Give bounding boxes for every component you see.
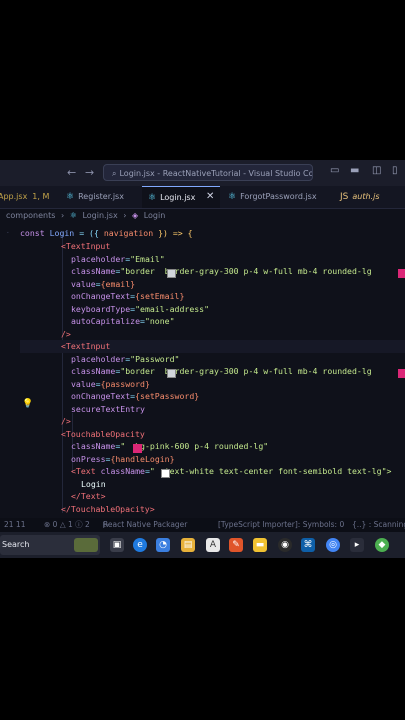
code-line: /> <box>61 416 71 426</box>
windows-taskbar: Search ▣ e ◔ ▤ A ✎ ▬ ◉ ⌘ ◎ ▸ ◆ <box>0 532 405 558</box>
arrow-right-icon[interactable]: → <box>85 166 94 179</box>
color-swatch-gray[interactable] <box>167 269 176 278</box>
postman-icon[interactable]: ✎ <box>229 538 243 552</box>
git-icon[interactable]: ◉ <box>278 538 292 552</box>
app-icon[interactable]: ◆ <box>375 538 389 552</box>
code-line: keyboardType="email-address" <box>71 304 210 314</box>
code-line: onPress={handleLogin} <box>71 454 175 464</box>
code-line: autoCapitalize="none" <box>71 316 175 326</box>
tab-label: auth.js <box>352 192 380 201</box>
tab-forgot-password[interactable]: ⚛ ForgotPassword.jsx <box>224 186 336 208</box>
breadcrumb-folder[interactable]: components <box>6 211 55 220</box>
command-center[interactable]: ⌕ Login.jsx - ReactNativeTutorial - Visua… <box>103 164 313 181</box>
color-swatch-pink[interactable] <box>398 269 405 278</box>
chevron-right-icon: › <box>60 211 65 220</box>
code-line: secureTextEntry <box>71 404 145 414</box>
tab-auth[interactable]: JS auth.js <box>338 186 405 208</box>
code-line: Login <box>81 479 106 489</box>
tab-label: Register.jsx <box>78 192 124 201</box>
status-scanning: {..} : Scanning... <box>352 520 405 529</box>
code-line-current: <TextInput <box>20 340 405 353</box>
code-line: className="border border-gray-300 p-4 w-… <box>71 366 372 376</box>
vscode-window: ← → ⌕ Login.jsx - ReactNativeTutorial - V… <box>0 160 405 558</box>
text-editor-icon[interactable]: A <box>206 538 220 552</box>
code-line: value={email} <box>71 279 136 289</box>
search-icon: ⌕ <box>112 169 117 178</box>
status-problems[interactable]: ⊗ 0 △ 1 ⓘ 2 <box>44 518 90 532</box>
tab-modifier: 1, M <box>32 192 50 201</box>
breadcrumb: components › ⚛ Login.jsx › ◈ Login <box>0 209 168 223</box>
color-swatch-white[interactable] <box>161 469 170 478</box>
code-line: <Text className=" text-white text-center… <box>71 466 392 476</box>
code-line: /> <box>61 329 71 339</box>
sidebar-icon[interactable]: ▯ <box>392 165 398 176</box>
code-line: placeholder="Password" <box>71 354 180 364</box>
chevron-right-icon: › <box>123 211 127 220</box>
chrome-icon[interactable]: ◎ <box>326 538 340 552</box>
editor-tabs: App.jsx 1, M ⚛ Register.jsx ⚛ Login.jsx ✕ ⚛… <box>0 186 405 209</box>
lightbulb-icon[interactable]: 💡 <box>22 399 33 409</box>
code-line: className="border border-gray-300 p-4 w-… <box>71 266 372 276</box>
react-icon: ⚛ <box>148 193 157 203</box>
split-icon[interactable]: ◫ <box>372 165 381 176</box>
code-line: <TextInput <box>61 241 111 251</box>
arrow-left-icon[interactable]: ← <box>67 166 76 179</box>
folder-icon[interactable]: ▬ <box>253 538 267 552</box>
status-bar: 21 11 ⊗ 0 △ 1 ⓘ 2 ▷ React Native Package… <box>0 518 405 532</box>
color-swatch-gray[interactable] <box>167 369 176 378</box>
tab-label: App.jsx <box>0 192 28 201</box>
color-swatch-pink[interactable] <box>398 369 405 378</box>
status-importer[interactable]: [TypeScript Importer]: Symbols: 0 <box>218 518 344 532</box>
code-line: </Text> <box>71 491 106 501</box>
tab-label: ForgotPassword.jsx <box>240 192 317 201</box>
tab-label: Login.jsx <box>160 193 196 202</box>
react-icon: ⚛ <box>66 192 75 202</box>
code-line: placeholder="Email" <box>71 254 165 264</box>
color-swatch-pink[interactable] <box>133 444 142 453</box>
code-line: const Login = ({ navigation }) => { <box>20 228 193 238</box>
panel-icon[interactable]: ▬ <box>350 165 359 176</box>
tab-app[interactable]: App.jsx 1, M <box>0 186 56 208</box>
react-icon: ⚛ <box>69 211 77 220</box>
copilot-icon[interactable]: ◔ <box>156 538 170 552</box>
status-branch[interactable]: 21 11 <box>4 518 25 532</box>
edge-icon[interactable]: e <box>133 538 147 552</box>
code-line: onChangeText={setPassword} <box>71 391 200 401</box>
code-editor[interactable]: · const Login = ({ navigation }) => { <T… <box>0 223 405 515</box>
js-icon: JS <box>340 192 349 202</box>
file-explorer-icon[interactable]: ▤ <box>181 538 195 552</box>
title-bar: ← → ⌕ Login.jsx - ReactNativeTutorial - V… <box>0 160 405 186</box>
terminal-icon[interactable]: ▸ <box>350 538 364 552</box>
code-line: </TouchableOpacity> <box>61 504 155 514</box>
vscode-icon[interactable]: ⌘ <box>301 538 315 552</box>
task-view-icon[interactable]: ▣ <box>110 538 124 552</box>
scenery-icon[interactable] <box>74 538 98 552</box>
react-icon: ⚛ <box>228 192 237 202</box>
code-line: onChangeText={setEmail} <box>71 291 185 301</box>
layout-icon[interactable]: ▭ <box>330 165 339 176</box>
tab-register[interactable]: ⚛ Register.jsx <box>62 186 144 208</box>
breadcrumb-symbol[interactable]: Login <box>144 211 166 220</box>
window-title: Login.jsx - ReactNativeTutorial - Visual… <box>119 169 313 178</box>
symbol-icon: ◈ <box>132 211 139 220</box>
code-line: className=" bg-pink-600 p-4 rounded-lg" <box>71 441 269 451</box>
close-icon[interactable]: ✕ <box>206 186 214 208</box>
code-line: <TouchableOpacity <box>61 429 145 439</box>
breadcrumb-file[interactable]: Login.jsx <box>82 211 117 220</box>
code-line: value={password} <box>71 379 150 389</box>
